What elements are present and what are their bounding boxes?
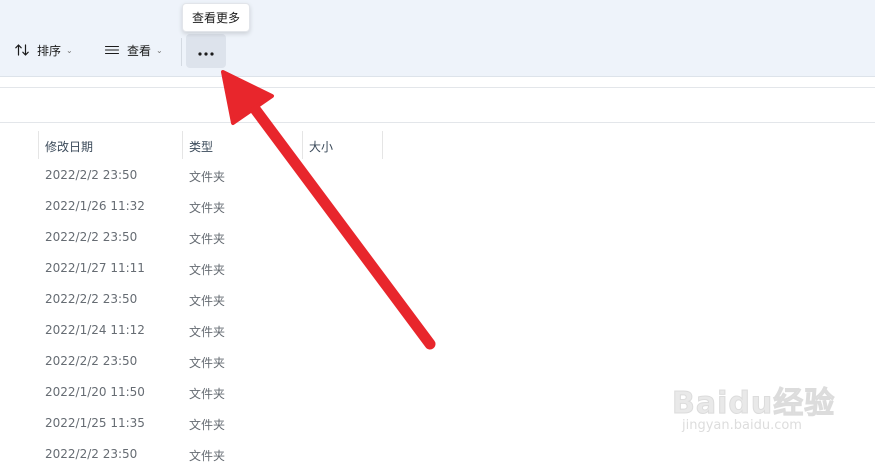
modified-date: 2022/2/2 23:50 [45, 447, 138, 461]
modified-date: 2022/1/26 11:32 [45, 199, 145, 213]
baidu-watermark: Baidu经验 jingyan.baidu.com [671, 378, 836, 438]
column-divider[interactable] [382, 131, 383, 159]
command-bar: 排序 ⌄ 查看 ⌄ [0, 0, 875, 77]
modified-date: 2022/2/2 23:50 [45, 292, 138, 306]
watermark-url: jingyan.baidu.com [682, 418, 802, 433]
item-type: 文件夹 [189, 418, 226, 432]
item-type: 文件夹 [189, 387, 226, 401]
list-item[interactable]: 2022/2/2 23:50 文件夹 [0, 347, 875, 378]
chevron-down-icon: ⌄ [156, 45, 163, 55]
chevron-down-icon: ⌄ [66, 45, 73, 55]
column-header-type[interactable]: 类型 [189, 138, 213, 155]
see-more-tooltip: 查看更多 [182, 3, 250, 32]
list-item[interactable]: 2022/1/27 11:11 文件夹 [0, 254, 875, 285]
modified-date: 2022/1/24 11:12 [45, 323, 145, 337]
modified-date: 2022/2/2 23:50 [45, 354, 138, 368]
item-type: 文件夹 [189, 232, 226, 246]
list-item[interactable]: 2022/2/2 23:50 文件夹 [0, 161, 875, 192]
list-item[interactable]: 2022/2/2 23:50 文件夹 [0, 223, 875, 254]
item-type: 文件夹 [189, 356, 226, 370]
column-header-modified[interactable]: 修改日期 [45, 138, 93, 155]
modified-date: 2022/1/25 11:35 [45, 416, 145, 430]
sort-label: 排序 [37, 43, 62, 58]
column-header-size[interactable]: 大小 [309, 138, 333, 155]
view-button[interactable]: 查看 ⌄ [104, 38, 163, 62]
column-header-row: 修改日期 类型 大小 [0, 131, 875, 161]
item-type: 文件夹 [189, 201, 226, 215]
modified-date: 2022/1/20 11:50 [45, 385, 145, 399]
column-divider[interactable] [182, 131, 183, 159]
item-type: 文件夹 [189, 170, 226, 184]
sort-icon [14, 42, 30, 58]
column-divider[interactable] [302, 131, 303, 159]
more-dots-icon [197, 42, 215, 61]
item-type: 文件夹 [189, 294, 226, 308]
list-item[interactable]: 2022/1/26 11:32 文件夹 [0, 192, 875, 223]
modified-date: 2022/2/2 23:50 [45, 230, 138, 244]
sort-button[interactable]: 排序 ⌄ [14, 38, 73, 62]
toolbar-divider [181, 38, 182, 66]
modified-date: 2022/1/27 11:11 [45, 261, 145, 275]
list-item[interactable]: 2022/2/2 23:50 文件夹 [0, 285, 875, 316]
column-divider[interactable] [38, 131, 39, 159]
watermark-brand: Baidu经验 [671, 386, 836, 422]
list-item[interactable]: 2022/1/24 11:12 文件夹 [0, 316, 875, 347]
see-more-button[interactable] [186, 34, 226, 68]
view-list-icon [104, 42, 120, 58]
address-bar[interactable] [0, 87, 875, 123]
view-label: 查看 [127, 43, 152, 58]
item-type: 文件夹 [189, 325, 226, 339]
modified-date: 2022/2/2 23:50 [45, 168, 138, 182]
item-type: 文件夹 [189, 263, 226, 277]
